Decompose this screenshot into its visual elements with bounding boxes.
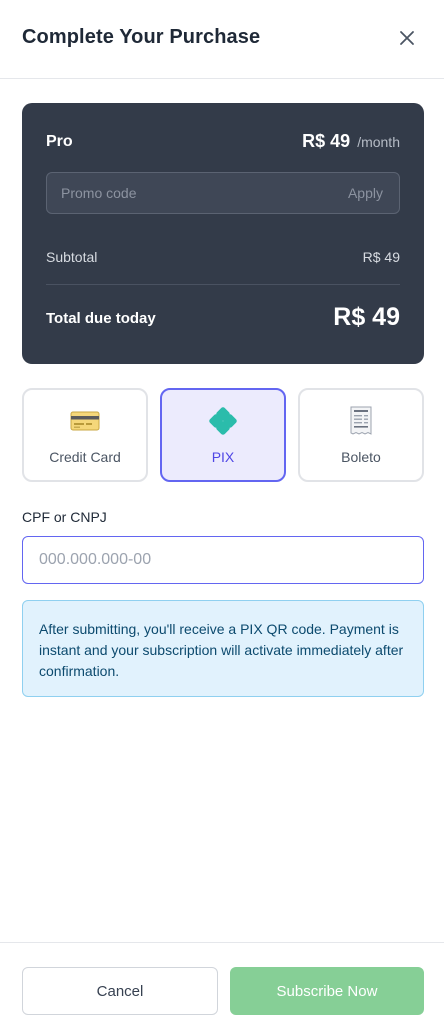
pix-info-alert: After submitting, you'll receive a PIX Q… [22,600,424,697]
subtotal-label: Subtotal [46,249,98,265]
dialog-header: Complete Your Purchase [0,0,444,79]
plan-name: Pro [46,133,73,150]
plan-price-period: /month [357,134,400,150]
dialog-title: Complete Your Purchase [22,26,261,48]
payment-method-credit-card[interactable]: Credit Card [22,388,148,482]
cancel-button[interactable]: Cancel [22,967,218,1015]
plan-price-amount: R$ 49 [302,131,351,151]
receipt-icon [344,404,378,438]
plan-price: R$ 49 /month [302,131,400,152]
total-value: R$ 49 [333,303,400,331]
tax-id-label: CPF or CNPJ [22,509,107,525]
promo-apply-button[interactable]: Apply [348,185,383,201]
payment-method-label: Credit Card [49,449,121,465]
close-icon [400,31,414,45]
subtotal-value: R$ 49 [362,249,400,265]
close-button[interactable] [392,23,422,53]
total-label: Total due today [46,310,156,327]
promo-code-input[interactable] [47,173,327,213]
tax-id-input[interactable] [22,536,424,584]
dialog-footer: Cancel Subscribe Now [0,942,444,1023]
pix-icon [206,404,240,438]
payment-method-label: PIX [211,449,235,465]
payment-method-pix[interactable]: PIX [160,388,286,482]
summary-divider [46,284,400,285]
payment-method-boleto[interactable]: Boleto [298,388,424,482]
credit-card-icon [68,404,102,438]
promo-code-field: Apply [46,172,400,214]
subscribe-button[interactable]: Subscribe Now [230,967,424,1015]
order-summary-card: Pro R$ 49 /month Apply Subtotal R$ 49 To… [22,103,424,364]
payment-method-label: Boleto [341,449,381,465]
